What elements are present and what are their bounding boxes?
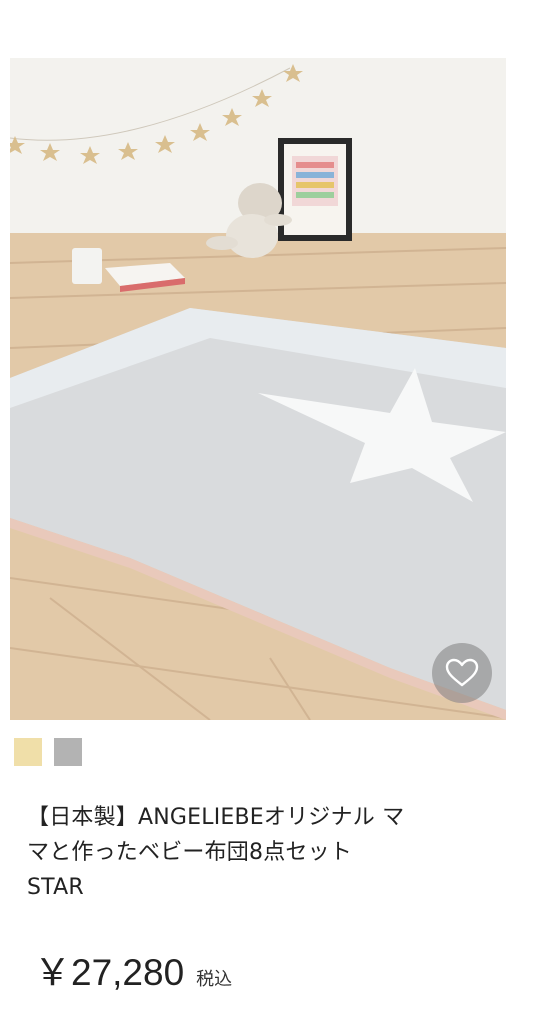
heart-outline-icon	[445, 658, 479, 687]
tax-label: 税込	[196, 969, 233, 990]
color-swatches	[14, 738, 82, 766]
product-photo	[10, 58, 506, 720]
product-card[interactable]: 【日本製】ANGELIEBEオリジナル マ マと作ったベビー布団8点セット ST…	[0, 0, 538, 1013]
product-title-line: 【日本製】ANGELIEBEオリジナル マ	[27, 805, 405, 830]
swatch-gray[interactable]	[54, 738, 82, 766]
price-row: ￥27,280 税込	[34, 942, 232, 996]
product-title[interactable]: 【日本製】ANGELIEBEオリジナル マ マと作ったベビー布団8点セット ST…	[27, 800, 507, 905]
favorite-button[interactable]	[432, 643, 492, 703]
product-title-line: STAR	[27, 875, 84, 900]
product-image[interactable]	[10, 58, 506, 720]
swatch-beige[interactable]	[14, 738, 42, 766]
product-title-line: マと作ったベビー布団8点セット	[27, 840, 352, 865]
product-price: ￥27,280	[34, 952, 185, 993]
